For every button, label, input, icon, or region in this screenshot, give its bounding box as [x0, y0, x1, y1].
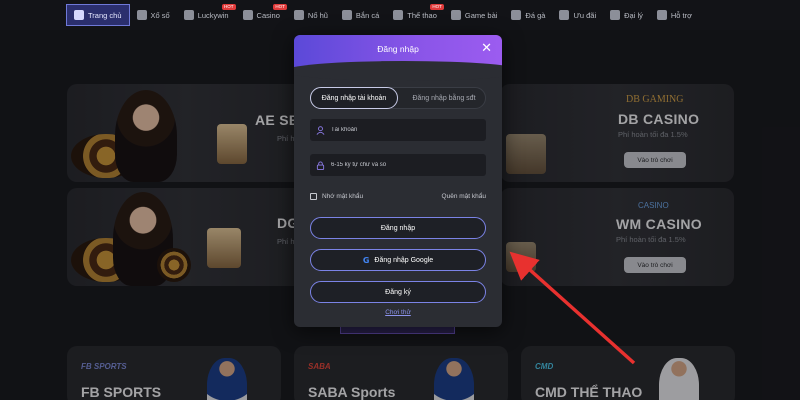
login-tabs: Đăng nhập tài khoản Đăng nhập bằng sđt: [310, 87, 486, 109]
card-game-icon: [450, 10, 461, 20]
nav-label: Nổ hũ: [307, 10, 328, 20]
agent-icon: [610, 10, 621, 20]
luckywin-icon: [183, 10, 194, 20]
hot-badge: HOT: [430, 4, 444, 10]
nav-label: Đá gà: [525, 10, 546, 20]
remember-checkbox[interactable]: [310, 193, 317, 200]
nav-item-cockfight[interactable]: Đá gà: [504, 3, 552, 27]
fish-icon: [341, 10, 352, 20]
tab-phone-login[interactable]: Đăng nhập bằng sđt: [403, 87, 485, 109]
register-button[interactable]: Đăng ký: [310, 281, 486, 303]
nav-item-promo[interactable]: Ưu đãi: [552, 3, 603, 27]
nav-item-home[interactable]: Trang chủ: [66, 4, 130, 26]
nav-item-casino[interactable]: Casino HOT: [236, 3, 287, 27]
forgot-password-link[interactable]: Quên mật khẩu: [442, 193, 486, 200]
page: Trang chủ Xổ số Luckywin HOT Casino HOT Nổ…: [0, 0, 800, 400]
remember-label: Nhớ mật khẩu: [322, 193, 364, 200]
password-field[interactable]: [310, 154, 486, 176]
nav-item-sport[interactable]: Thể thao HOT: [386, 3, 444, 27]
try-play-link[interactable]: Chơi thử: [294, 309, 502, 316]
login-modal: Đăng nhập ✕ Đăng nhập tài khoản Đăng nhậ…: [294, 35, 502, 327]
lottery-icon: [136, 10, 147, 20]
support-icon: [656, 10, 667, 20]
close-icon[interactable]: ✕: [481, 41, 492, 55]
promo-icon: [559, 10, 570, 20]
nav-label: Casino: [256, 10, 280, 20]
nav-item-fish[interactable]: Bắn cá: [335, 3, 386, 27]
nav-label: Đại lý: [624, 10, 643, 20]
google-login-label: Đăng nhập Google: [374, 256, 434, 264]
nav-item-agent[interactable]: Đại lý: [603, 3, 650, 27]
google-login-button[interactable]: G Đăng nhập Google: [310, 249, 486, 271]
casino-icon: [242, 10, 253, 20]
tab-account-login[interactable]: Đăng nhập tài khoản: [310, 87, 398, 109]
nav-item-lottery[interactable]: Xổ số: [130, 3, 177, 27]
hot-badge: HOT: [273, 4, 287, 10]
username-input[interactable]: [331, 127, 481, 133]
nav-label: Bắn cá: [355, 10, 380, 20]
password-input[interactable]: [331, 162, 481, 168]
nav-label: Thể thao: [407, 10, 437, 20]
nav-item-card-game[interactable]: Game bài: [444, 3, 505, 27]
login-button[interactable]: Đăng nhập: [310, 217, 486, 239]
slot-icon: [293, 10, 304, 20]
nav-item-support[interactable]: Hỗ trợ: [650, 3, 699, 27]
username-field[interactable]: [310, 119, 486, 141]
nav-label: Ưu đãi: [573, 10, 597, 20]
nav-label: Game bài: [464, 10, 498, 20]
remember-password[interactable]: Nhớ mật khẩu: [310, 193, 363, 200]
nav-label: Trang chủ: [88, 10, 122, 20]
sport-icon: [393, 10, 404, 20]
header-wave: [294, 61, 502, 81]
nav-label: Hỗ trợ: [670, 10, 693, 20]
google-icon: G: [362, 255, 370, 265]
modal-header: [294, 35, 502, 81]
user-icon: [316, 125, 325, 135]
register-button-label: Đăng ký: [385, 288, 411, 296]
home-icon: [74, 10, 84, 20]
hot-badge: HOT: [222, 4, 236, 10]
login-button-label: Đăng nhập: [380, 224, 416, 232]
nav-item-slot[interactable]: Nổ hũ: [287, 3, 335, 27]
cockfight-icon: [511, 10, 522, 20]
nav-item-luckywin[interactable]: Luckywin HOT: [177, 3, 236, 27]
nav-label: Xổ số: [150, 10, 170, 20]
lock-icon: [316, 160, 325, 170]
nav-label: Luckywin: [197, 10, 229, 20]
top-nav: Trang chủ Xổ số Luckywin HOT Casino HOT Nổ…: [0, 0, 800, 30]
modal-title: Đăng nhập: [377, 44, 419, 54]
